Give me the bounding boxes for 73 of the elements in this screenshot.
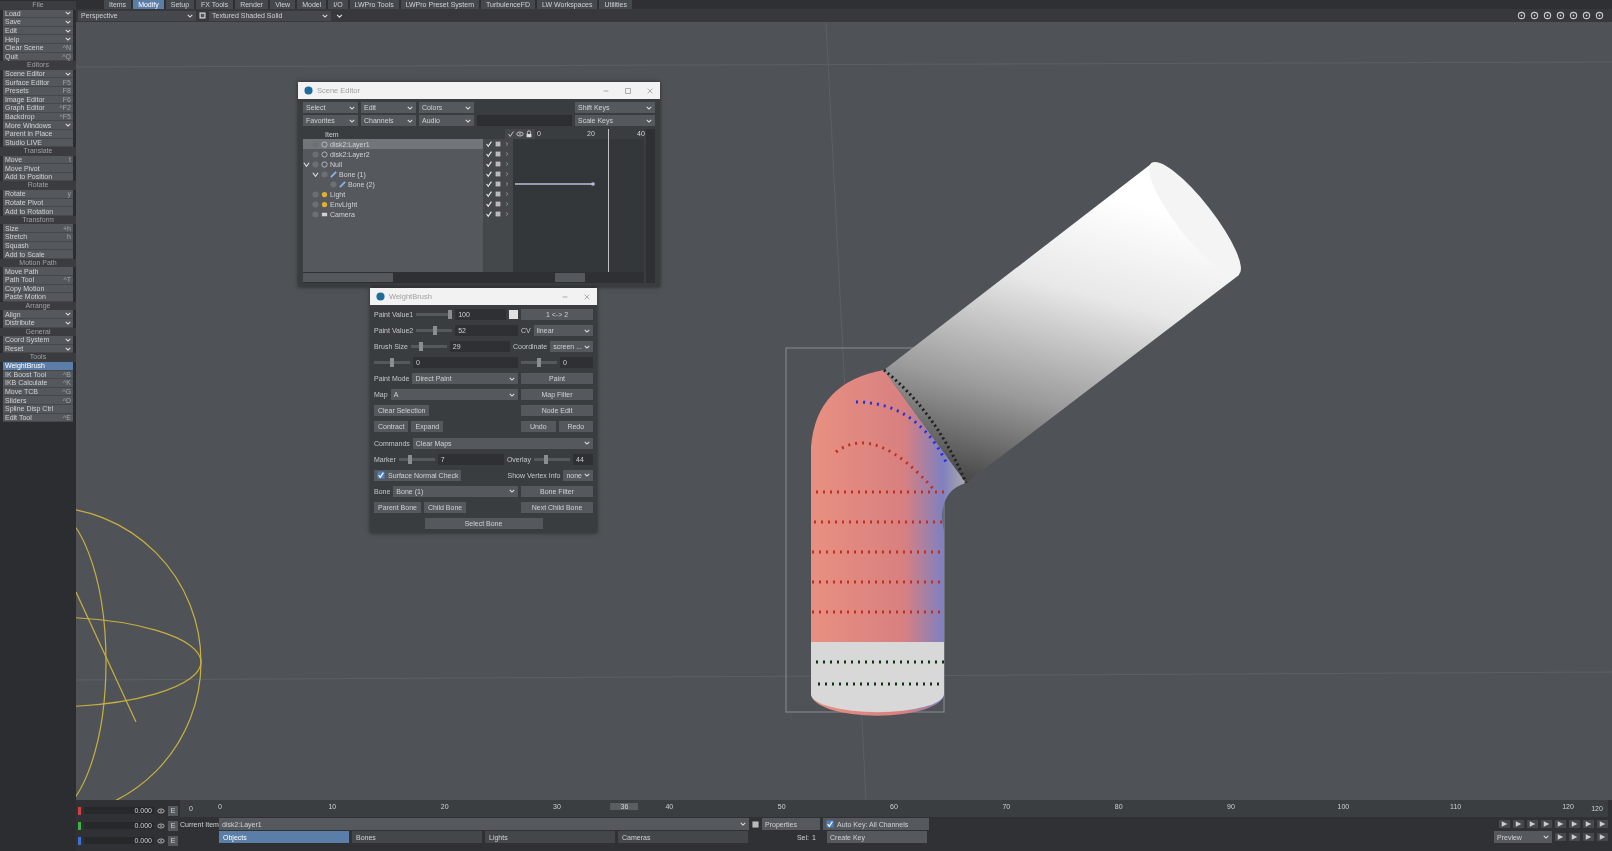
slider-track[interactable] [521, 358, 557, 368]
app-logo-icon [304, 86, 313, 95]
caret-icon [646, 118, 652, 123]
caret-icon [187, 13, 193, 18]
caret-icon [1543, 835, 1549, 839]
caret-icon [465, 105, 471, 110]
caret-icon [407, 118, 413, 123]
caret-icon [349, 118, 355, 123]
shading-icon [199, 12, 206, 19]
transport-icon[interactable] [1597, 820, 1608, 828]
caret-icon [509, 489, 515, 494]
caret-icon [509, 392, 515, 397]
transport-icon[interactable] [1499, 820, 1510, 828]
lock-icon [525, 130, 533, 138]
slider-thumb[interactable] [408, 454, 413, 464]
caret-icon[interactable] [336, 13, 343, 18]
transport-icon[interactable] [1555, 820, 1566, 828]
transport-icon[interactable] [1513, 820, 1524, 828]
transport-icon[interactable] [1583, 820, 1594, 828]
caret-icon [65, 123, 71, 128]
caret-icon [584, 473, 590, 478]
color-swatch[interactable] [509, 310, 518, 319]
slider-thumb[interactable] [543, 454, 548, 464]
active-check-icon[interactable] [485, 150, 493, 158]
playback-icon[interactable] [1583, 833, 1594, 841]
transport-icon[interactable] [1541, 820, 1552, 828]
key-range-bar[interactable] [515, 182, 595, 186]
scrollbar-thumb[interactable] [303, 273, 393, 282]
active-check-icon[interactable] [485, 190, 493, 198]
item-icon[interactable] [752, 820, 759, 828]
eye-icon[interactable] [157, 821, 165, 830]
transport-icon[interactable] [1527, 820, 1538, 828]
3d-viewport[interactable] [76, 22, 1612, 800]
app-logo-icon [376, 292, 385, 301]
camera-icon [321, 210, 328, 218]
eye-icon[interactable] [157, 836, 165, 845]
visibility-dot-icon[interactable] [312, 150, 319, 158]
active-check-icon[interactable] [485, 200, 493, 208]
scrollbar-thumb[interactable] [555, 273, 585, 282]
active-check-icon[interactable] [485, 170, 493, 178]
check-column-icon [507, 130, 515, 138]
checkbox[interactable] [377, 471, 385, 480]
caret-icon [584, 328, 590, 333]
caret-icon [465, 118, 471, 123]
expand-caret-icon[interactable] [312, 170, 319, 178]
transport-icon[interactable] [1569, 820, 1580, 828]
caret-icon [509, 376, 515, 381]
active-check-icon[interactable] [485, 140, 493, 148]
eye-icon [516, 130, 524, 138]
expand-caret-icon[interactable] [303, 160, 310, 168]
caret-icon [646, 105, 652, 110]
caret-icon [407, 105, 413, 110]
slider-thumb[interactable] [537, 358, 541, 368]
playback-icon[interactable] [1555, 833, 1566, 841]
caret-icon [349, 105, 355, 110]
caret-icon [584, 344, 590, 349]
eye-icon[interactable] [157, 806, 165, 815]
slider-thumb[interactable] [448, 310, 453, 319]
slider-thumb[interactable] [432, 326, 437, 336]
active-check-icon[interactable] [485, 180, 493, 188]
caret-icon [740, 822, 746, 826]
checkbox[interactable] [826, 820, 834, 828]
slider-thumb[interactable] [418, 342, 423, 352]
active-check-icon[interactable] [485, 160, 493, 168]
visibility-dot-icon[interactable] [312, 140, 319, 148]
slider-thumb[interactable] [390, 358, 394, 368]
slider-track[interactable] [416, 310, 453, 319]
caret-icon [584, 441, 590, 445]
playback-icon[interactable] [1597, 833, 1608, 841]
caret-icon [65, 71, 71, 76]
active-check-icon[interactable] [485, 210, 493, 218]
caret-icon [322, 13, 328, 18]
playback-icon[interactable] [1569, 833, 1580, 841]
